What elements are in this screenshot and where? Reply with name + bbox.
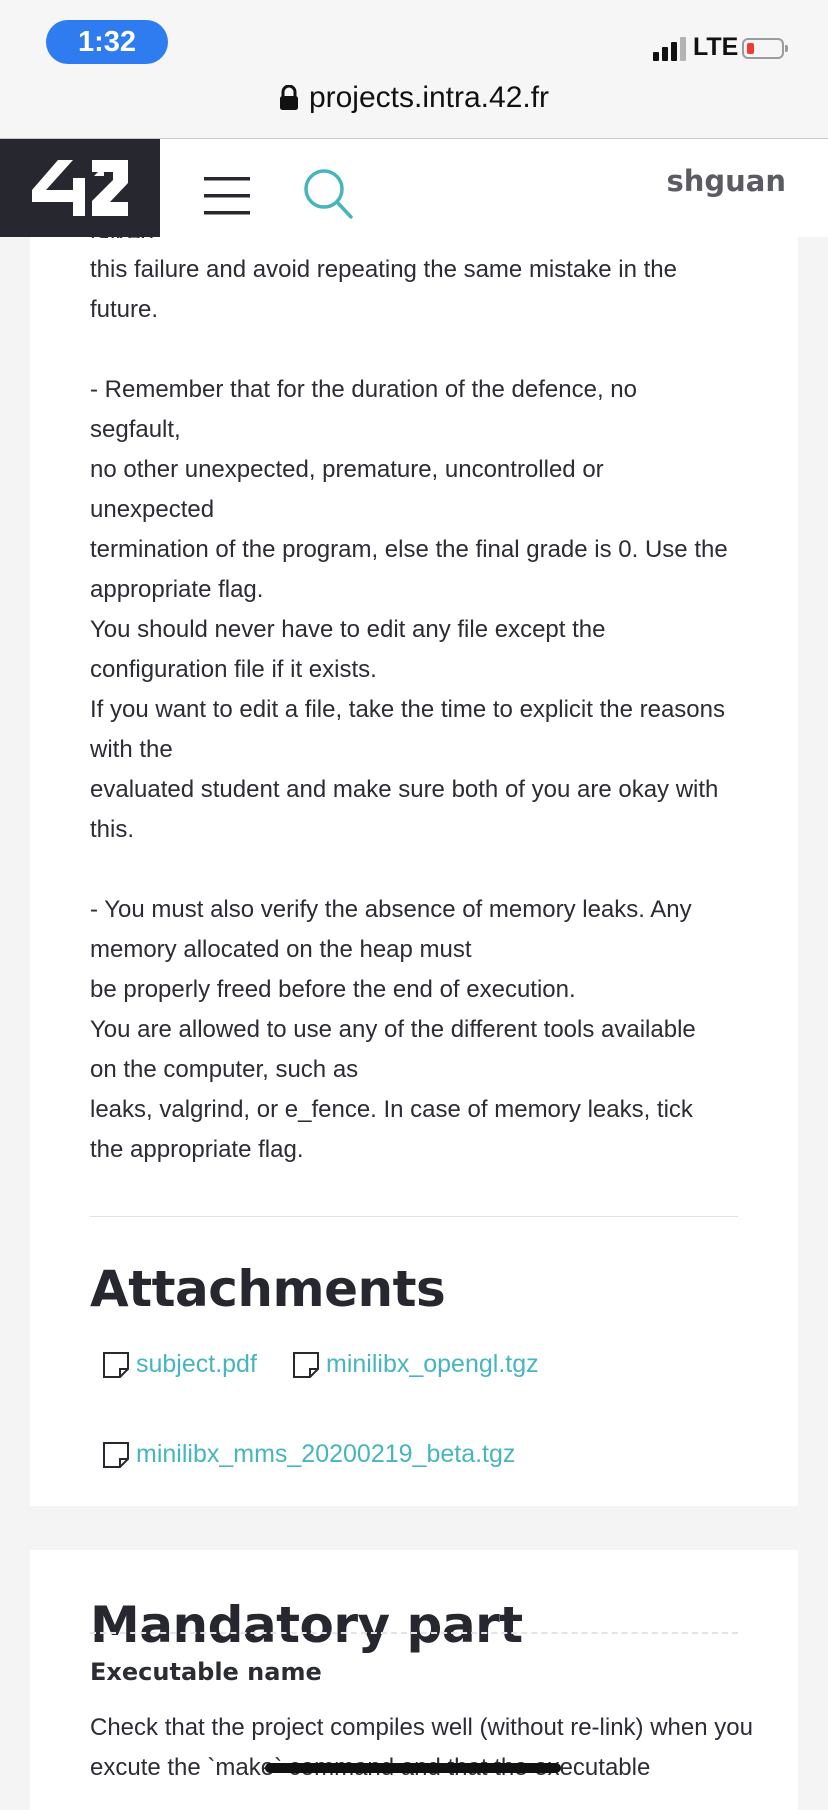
- attachment-name[interactable]: minilibx_mms_20200219_beta.tgz: [136, 1440, 515, 1469]
- mandatory-title: Mandatory part: [90, 1596, 523, 1654]
- attachments-title: Attachments: [90, 1260, 446, 1318]
- executable-name-text: Check that the project compiles well (wi…: [90, 1714, 753, 1781]
- attachment-name[interactable]: minilibx_opengl.tgz: [326, 1350, 539, 1379]
- hamburger-icon: [204, 177, 250, 215]
- file-icon: [293, 1352, 319, 1378]
- dashed-divider: [90, 1632, 738, 1634]
- attachment-minilibx-mms[interactable]: minilibx_mms_20200219_beta.tgz: [102, 1440, 515, 1469]
- status-time: 1:32: [46, 20, 168, 64]
- username-link[interactable]: shguan: [666, 164, 786, 198]
- url-bar[interactable]: projects.intra.42.fr: [0, 76, 828, 120]
- app-header: shguan: [0, 138, 828, 237]
- search-icon: [304, 169, 353, 219]
- menu-button[interactable]: [198, 173, 256, 219]
- battery-icon: [742, 38, 788, 59]
- divider: [90, 1216, 738, 1217]
- attachment-minilibx-opengl[interactable]: minilibx_opengl.tgz: [292, 1350, 539, 1379]
- attachment-subject-pdf[interactable]: subject.pdf: [102, 1350, 257, 1379]
- executable-name-label: Executable name: [90, 1658, 322, 1686]
- evaluation-guidelines: this failure and avoid repeating the sam…: [90, 256, 728, 1163]
- file-icon: [103, 1442, 129, 1468]
- logo-42[interactable]: [0, 138, 160, 237]
- evaluation-card: talked this failure and avoid repeating …: [30, 200, 798, 1506]
- signal-icon: [653, 37, 687, 61]
- status-bar: 1:32 LTE projects.intra.42.fr: [0, 0, 828, 139]
- url-text[interactable]: projects.intra.42.fr: [309, 81, 549, 115]
- logo-42-icon: [32, 160, 128, 216]
- home-indicator[interactable]: [265, 1763, 561, 1773]
- network-type: LTE: [693, 33, 739, 61]
- lock-icon: [279, 85, 298, 110]
- search-button[interactable]: [300, 166, 356, 222]
- file-icon: [103, 1352, 129, 1378]
- attachment-name[interactable]: subject.pdf: [136, 1350, 257, 1379]
